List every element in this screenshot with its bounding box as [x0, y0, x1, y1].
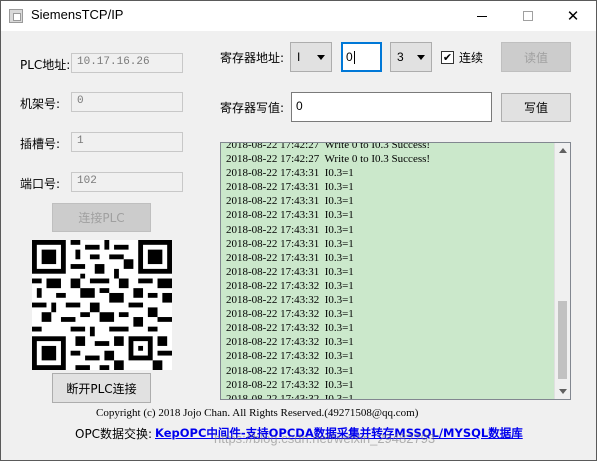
text-caret	[353, 50, 355, 64]
write-value-button[interactable]: 写值	[501, 93, 571, 122]
log-line: 2018-08-22 17:43:31 I0.3=1	[226, 223, 354, 236]
log-lines: 2018-08-22 17:42:27 Write 0 to I0.3 Succ…	[226, 142, 431, 400]
read-value-button[interactable]: 读值	[501, 42, 571, 72]
minimize-icon	[477, 15, 487, 17]
log-scrollbar[interactable]	[554, 143, 570, 399]
plc-address-field[interactable]: 10.17.16.26	[71, 53, 183, 73]
copyright-text: Copyright (c) 2018 Jojo Chan. All Rights…	[96, 407, 419, 419]
plc-address-label: PLC地址:	[20, 58, 71, 72]
log-line: 2018-08-22 17:43:31 I0.3=1	[226, 251, 354, 264]
continuous-checkbox[interactable]: ✔	[441, 51, 454, 64]
main-window: SiemensTCP/IP ✕ PLC地址: 10.17.16.26 机架号: …	[0, 0, 597, 461]
scroll-down-icon[interactable]	[559, 389, 567, 394]
register-area-select[interactable]: I	[290, 42, 332, 72]
register-bit-value: 3	[397, 50, 404, 64]
log-line: 2018-08-22 17:43:31 I0.3=1	[226, 265, 354, 278]
log-line: 2018-08-22 17:43:31 I0.3=1	[226, 167, 354, 180]
register-byte-value: 0	[346, 50, 353, 64]
log-line: 2018-08-22 17:43:32 I0.3=1	[226, 336, 354, 349]
close-icon: ✕	[566, 7, 580, 25]
log-line: 2018-08-22 17:43:32 I0.3=1	[226, 294, 354, 307]
watermark: https://blog.csdn.net/weixin_29482793	[214, 431, 436, 446]
log-line: 2018-08-22 17:43:32 I0.3=1	[226, 322, 354, 335]
log-line: 2018-08-22 17:43:31 I0.3=1	[226, 237, 354, 250]
content-area: PLC地址: 10.17.16.26 机架号: 0 插槽号: 1 端口号: 10…	[1, 31, 596, 460]
log-line: 2018-08-22 17:43:31 I0.3=1	[226, 195, 354, 208]
continuous-label: 连续	[459, 51, 484, 65]
slot-field[interactable]: 1	[71, 132, 183, 152]
register-byte-input[interactable]: 0	[341, 42, 382, 72]
register-bit-select[interactable]: 3	[390, 42, 432, 72]
log-line: 2018-08-22 17:43:32 I0.3=1	[226, 350, 354, 363]
checkmark-icon: ✔	[442, 51, 453, 64]
qr-code-image	[32, 240, 172, 370]
port-field[interactable]: 102	[71, 172, 183, 192]
register-write-label: 寄存器写值:	[220, 101, 285, 115]
title-bar[interactable]: SiemensTCP/IP ✕	[1, 1, 596, 31]
scroll-thumb[interactable]	[558, 301, 567, 379]
register-address-label: 寄存器地址:	[220, 51, 285, 65]
app-window-icon	[9, 9, 23, 23]
window-title: SiemensTCP/IP	[31, 7, 124, 22]
log-line: 2018-08-22 17:43:32 I0.3=1	[226, 279, 354, 292]
log-line: 2018-08-22 17:43:32 I0.3=1	[226, 364, 354, 377]
minimize-button[interactable]	[459, 1, 505, 31]
register-area-value: I	[297, 50, 301, 64]
register-write-input[interactable]: 0	[291, 92, 492, 122]
chevron-down-icon	[417, 55, 425, 60]
log-line: 2018-08-22 17:43:32 I0.3=1	[226, 308, 354, 321]
port-label: 端口号:	[20, 177, 61, 191]
log-line: 2018-08-22 17:43:31 I0.3=1	[226, 181, 354, 194]
maximize-button	[505, 1, 551, 31]
scroll-up-icon[interactable]	[559, 148, 567, 153]
log-line: 2018-08-22 17:43:31 I0.3=1	[226, 209, 354, 222]
log-output[interactable]: 2018-08-22 17:42:27 Write 0 to I0.3 Succ…	[220, 142, 571, 400]
log-line: 2018-08-22 17:42:27 Write 0 to I0.3 Succ…	[226, 153, 431, 166]
chevron-down-icon	[317, 55, 325, 60]
disconnect-plc-button[interactable]: 断开PLC连接	[52, 373, 151, 403]
maximize-icon	[523, 11, 533, 21]
log-line: 2018-08-22 17:43:32 I0.3=1	[226, 392, 354, 400]
rack-label: 机架号:	[20, 97, 61, 111]
rack-field[interactable]: 0	[71, 92, 183, 112]
opc-exchange-label: OPC数据交换:	[75, 427, 153, 441]
close-button[interactable]: ✕	[550, 1, 596, 31]
connect-plc-button[interactable]: 连接PLC	[52, 203, 151, 232]
log-line: 2018-08-22 17:42:27 Write 0 to I0.3 Succ…	[226, 142, 431, 151]
log-line: 2018-08-22 17:43:32 I0.3=1	[226, 378, 354, 391]
slot-label: 插槽号:	[20, 137, 61, 151]
